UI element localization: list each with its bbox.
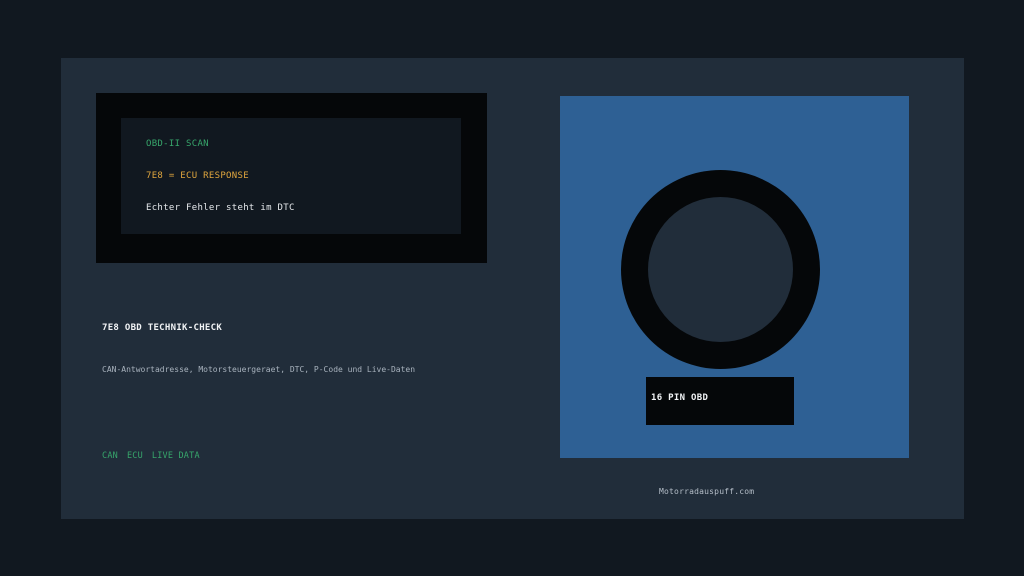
- tag-list: CAN ECU LIVE DATA: [102, 451, 200, 461]
- terminal-line-dtc-note: Echter Fehler steht im DTC: [146, 203, 295, 213]
- page-subtitle: CAN-Antwortadresse, Motorsteuergeraet, D…: [102, 365, 416, 374]
- tag-ecu: ECU: [126, 451, 143, 461]
- terminal-screen: OBD-II SCAN 7E8 = ECU RESPONSE Echter Fe…: [121, 118, 461, 234]
- terminal-line-ecu-response: 7E8 = ECU RESPONSE: [146, 171, 249, 181]
- content-card: OBD-II SCAN 7E8 = ECU RESPONSE Echter Fe…: [61, 58, 964, 519]
- tag-live-data: LIVE DATA: [151, 451, 200, 461]
- connector-ring-icon: [621, 170, 820, 369]
- terminal-frame: OBD-II SCAN 7E8 = ECU RESPONSE Echter Fe…: [96, 93, 487, 263]
- tag-can: CAN: [102, 451, 118, 461]
- connector-label: 16 PIN OBD: [651, 393, 709, 403]
- terminal-line-scan: OBD-II SCAN: [146, 139, 209, 149]
- connector-ring-inner: [648, 197, 793, 342]
- connector-label-box: 16 PIN OBD: [646, 377, 794, 425]
- obd-illustration-panel: 16 PIN OBD: [560, 96, 909, 458]
- site-name: Motorradauspuff.com: [659, 487, 755, 496]
- page-title: 7E8 OBD TECHNIK-CHECK: [102, 323, 223, 333]
- page-background: OBD-II SCAN 7E8 = ECU RESPONSE Echter Fe…: [0, 0, 1024, 576]
